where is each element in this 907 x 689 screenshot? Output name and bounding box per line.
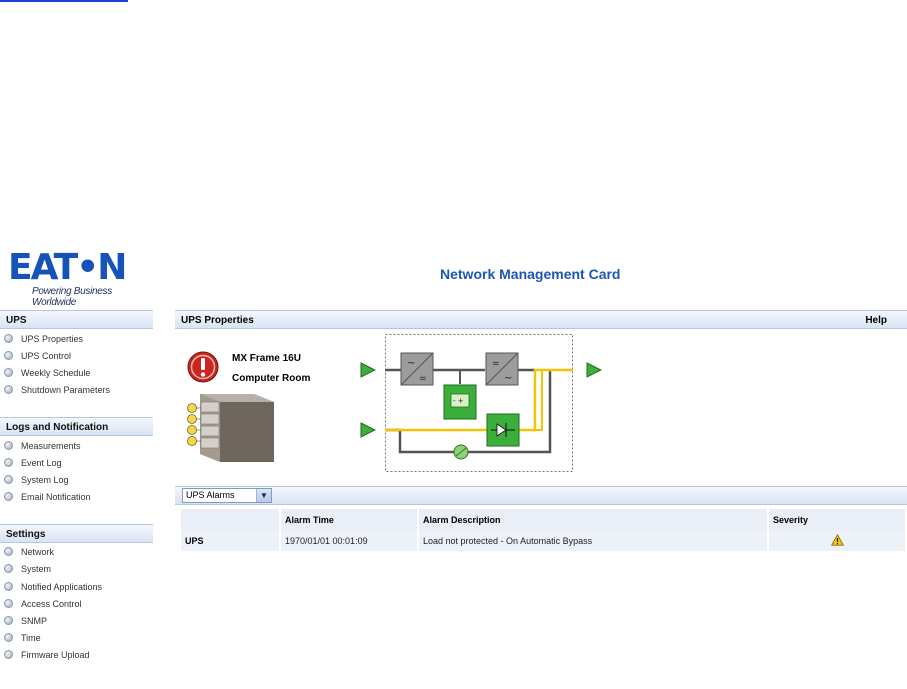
sidebar-item-system[interactable]: System	[4, 562, 51, 576]
sidebar-item-notified-applications[interactable]: Notified Applications	[4, 580, 102, 594]
alarm-filter-value: UPS Alarms	[186, 490, 235, 500]
column-header-source	[181, 509, 279, 530]
svg-text:- +: - +	[453, 397, 464, 405]
sidebar-item-label: System	[21, 564, 52, 574]
sidebar-item-ups-control[interactable]: UPS Control	[4, 349, 71, 363]
app-title: Network Management Card	[440, 266, 621, 282]
output-arrow-icon	[586, 362, 602, 378]
bullet-icon	[4, 599, 13, 608]
sidebar-item-label: UPS Properties	[21, 334, 84, 344]
sidebar-section-ups: UPS	[0, 310, 153, 329]
table-row: UPS 1970/01/01 00:01:09 Load not protect…	[181, 530, 905, 551]
svg-text:~: ~	[504, 373, 512, 384]
ups-cabinet-icon	[187, 394, 274, 462]
panel-header: UPS Properties Help	[175, 310, 907, 329]
bullet-icon	[4, 633, 13, 642]
alarm-table: Alarm Time Alarm Description Severity UP…	[179, 509, 907, 551]
logo-wordmark: EAT•N	[8, 247, 127, 288]
chevron-down-icon[interactable]: ▼	[256, 489, 271, 502]
sidebar-item-firmware-upload[interactable]: Firmware Upload	[4, 648, 90, 662]
warning-triangle-icon	[830, 533, 844, 546]
bullet-icon	[4, 547, 13, 556]
sidebar-item-label: Firmware Upload	[21, 650, 90, 660]
sidebar-item-shutdown-parameters[interactable]: Shutdown Parameters	[4, 383, 110, 397]
help-link[interactable]: Help	[865, 311, 887, 330]
alarm-source: UPS	[181, 530, 279, 551]
sidebar-item-snmp[interactable]: SNMP	[4, 614, 47, 628]
sidebar-item-email-notification[interactable]: Email Notification	[4, 490, 91, 504]
bullet-icon	[4, 458, 13, 467]
alarm-filter-select[interactable]: UPS Alarms ▼	[182, 488, 272, 503]
sidebar-item-label: Access Control	[21, 599, 82, 609]
bullet-icon	[4, 492, 13, 501]
alarm-description: Load not protected - On Automatic Bypass	[419, 530, 767, 551]
sidebar-item-measurements[interactable]: Measurements	[4, 439, 81, 453]
sidebar-item-label: Network	[21, 547, 55, 557]
ups-name: MX Frame 16U	[232, 353, 301, 364]
sidebar-item-system-log[interactable]: System Log	[4, 473, 69, 487]
alarm-filter-bar	[175, 486, 907, 505]
sidebar-item-label: Measurements	[21, 441, 81, 451]
bullet-icon	[4, 582, 13, 591]
sidebar-item-label: Event Log	[21, 458, 62, 468]
sidebar-section-logs: Logs and Notification	[0, 417, 153, 436]
eaton-logo: EAT•N Powering Business Worldwide	[8, 247, 158, 309]
logo-tagline: Powering Business Worldwide	[32, 286, 112, 308]
bullet-icon	[4, 385, 13, 394]
bullet-icon	[4, 368, 13, 377]
alarm-exclamation-icon	[187, 351, 219, 383]
sidebar-item-time[interactable]: Time	[4, 631, 41, 645]
sidebar-section-settings: Settings	[0, 524, 153, 543]
bullet-icon	[4, 351, 13, 360]
bullet-icon	[4, 564, 13, 573]
bypass-input-arrow-icon	[360, 422, 376, 438]
alarm-severity	[769, 530, 905, 551]
svg-text:=: =	[492, 359, 500, 369]
panel-title: UPS Properties	[181, 315, 254, 326]
ups-location: Computer Room	[232, 373, 311, 384]
sidebar-item-weekly-schedule[interactable]: Weekly Schedule	[4, 366, 90, 380]
bullet-icon	[4, 334, 13, 343]
table-header-row: Alarm Time Alarm Description Severity	[181, 509, 905, 530]
sidebar-item-label: Weekly Schedule	[21, 368, 91, 378]
ups-synoptic-diagram: ~ = = ~ - +	[385, 334, 573, 472]
column-header-alarm-time: Alarm Time	[281, 509, 417, 530]
bullet-icon	[4, 475, 13, 484]
sidebar-item-event-log[interactable]: Event Log	[4, 456, 62, 470]
sidebar-item-network[interactable]: Network	[4, 545, 54, 559]
sidebar-item-label: Email Notification	[21, 492, 91, 502]
svg-text:=: =	[419, 374, 427, 384]
column-header-severity: Severity	[769, 509, 905, 530]
sidebar-item-label: Shutdown Parameters	[21, 385, 111, 395]
sidebar-item-label: Time	[21, 633, 41, 643]
sidebar-item-label: Notified Applications	[21, 582, 103, 592]
top-link-underline[interactable]	[0, 0, 128, 2]
input-arrow-icon	[360, 362, 376, 378]
bullet-icon	[4, 650, 13, 659]
sidebar-item-ups-properties[interactable]: UPS Properties	[4, 332, 83, 346]
alarm-time: 1970/01/01 00:01:09	[281, 530, 417, 551]
sidebar-item-access-control[interactable]: Access Control	[4, 597, 82, 611]
svg-text:~: ~	[407, 358, 415, 369]
sidebar-item-label: System Log	[21, 475, 69, 485]
bullet-icon	[4, 441, 13, 450]
bullet-icon	[4, 616, 13, 625]
column-header-alarm-description: Alarm Description	[419, 509, 767, 530]
sidebar-item-label: UPS Control	[21, 351, 72, 361]
sidebar-item-label: SNMP	[21, 616, 48, 626]
